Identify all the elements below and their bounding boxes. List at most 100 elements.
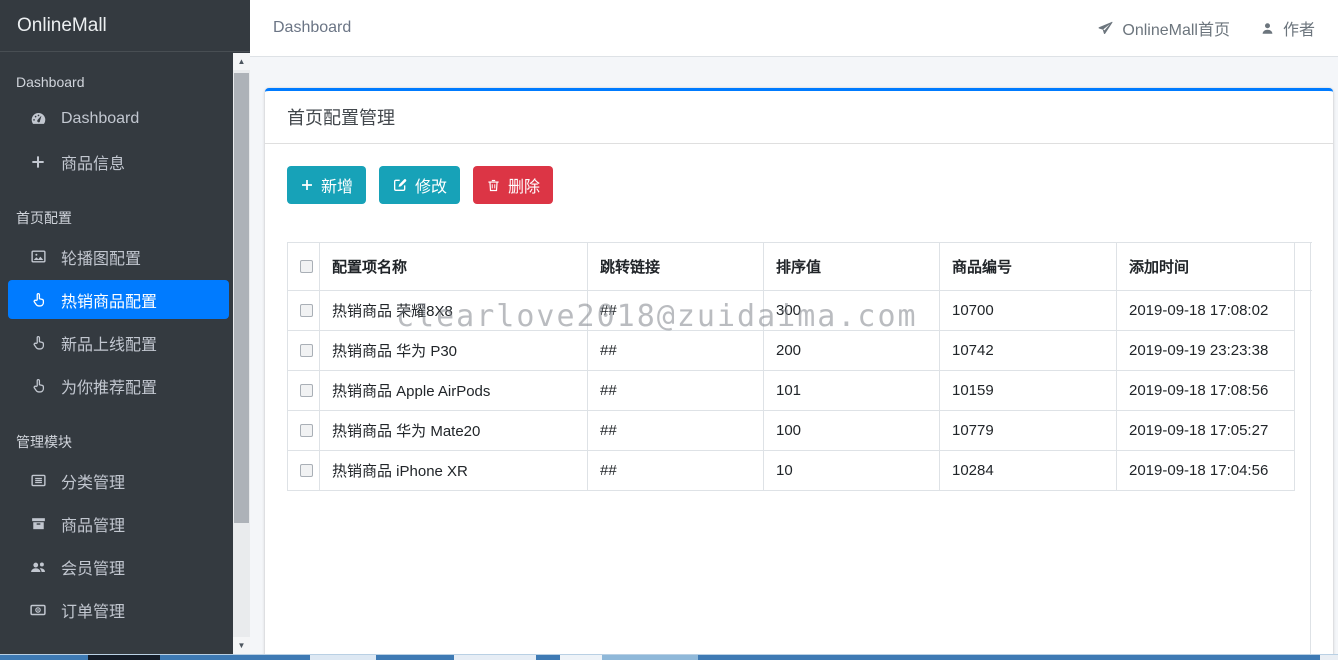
sidebar-item-label: 热销商品配置 [61, 288, 157, 312]
main-content: 首页配置管理 新增 修改 [250, 57, 1338, 654]
page-title: 首页配置管理 [287, 104, 1311, 130]
table-header-row: 配置项名称 跳转链接 排序值 商品编号 添加时间 [288, 243, 1312, 291]
sidebar-item-dashboard[interactable]: Dashboard [8, 99, 229, 138]
author-link[interactable]: 作者 [1260, 16, 1315, 40]
paper-plane-icon [1097, 20, 1114, 37]
delete-button[interactable]: 删除 [473, 166, 553, 204]
home-link-label: OnlineMall首页 [1122, 16, 1230, 40]
select-all-checkbox[interactable] [300, 260, 313, 273]
hand-point-up-icon [28, 377, 48, 394]
sidebar-item-member-mgmt[interactable]: 会员管理 [8, 547, 229, 586]
scrollbar-thumb[interactable] [234, 73, 249, 523]
col-header-sort: 排序值 [764, 243, 940, 291]
cell-sort: 200 [764, 331, 940, 371]
breadcrumb[interactable]: Dashboard [273, 19, 351, 37]
row-checkbox[interactable] [300, 464, 313, 477]
table-right-border [1310, 242, 1311, 654]
sidebar-item-label: 轮播图配置 [61, 245, 141, 269]
row-checkbox[interactable] [300, 344, 313, 357]
scroll-up-icon[interactable]: ▲ [233, 53, 250, 70]
taskbar-segment [1320, 655, 1338, 660]
sidebar-item-product-info[interactable]: 商品信息 [8, 142, 229, 181]
cell-sort: 100 [764, 411, 940, 451]
col-header-product-id: 商品编号 [940, 243, 1117, 291]
plus-icon [300, 178, 314, 192]
table-row[interactable]: 热销商品 iPhone XR ## 10 10284 2019-09-18 17… [288, 451, 1312, 491]
col-header-name: 配置项名称 [320, 243, 588, 291]
sidebar-item-category-mgmt[interactable]: 分类管理 [8, 461, 229, 500]
nav-section-header-home-config: 首页配置 [0, 199, 233, 237]
cell-link: ## [588, 331, 764, 371]
card-header: 首页配置管理 [265, 91, 1333, 144]
table-row[interactable]: 热销商品 华为 Mate20 ## 100 10779 2019-09-18 1… [288, 411, 1312, 451]
list-icon [28, 472, 48, 489]
plus-icon [28, 154, 48, 170]
toolbar: 新增 修改 删除 [287, 166, 1311, 204]
home-link[interactable]: OnlineMall首页 [1097, 16, 1230, 40]
box-icon [28, 515, 48, 532]
cell-added-at: 2019-09-19 23:23:38 [1117, 331, 1295, 371]
cell-link: ## [588, 451, 764, 491]
brand-logo[interactable]: OnlineMall [0, 0, 250, 52]
edit-button[interactable]: 修改 [379, 166, 460, 204]
card-body: 新增 修改 删除 [265, 144, 1333, 513]
table-row[interactable]: 热销商品 华为 P30 ## 200 10742 2019-09-19 23:2… [288, 331, 1312, 371]
cell-product-id: 10779 [940, 411, 1117, 451]
scroll-down-icon[interactable]: ▼ [233, 637, 250, 654]
topbar-right: OnlineMall首页 作者 [1097, 16, 1315, 40]
sidebar-item-order-mgmt[interactable]: 订单管理 [8, 590, 229, 629]
taskbar-segment [560, 655, 602, 660]
cell-sort: 300 [764, 291, 940, 331]
table-row[interactable]: 热销商品 Apple AirPods ## 101 10159 2019-09-… [288, 371, 1312, 411]
checkbox-cell [288, 451, 320, 491]
checkbox-cell [288, 371, 320, 411]
sidebar-item-product-mgmt[interactable]: 商品管理 [8, 504, 229, 543]
row-checkbox[interactable] [300, 304, 313, 317]
cell-name: 热销商品 iPhone XR [320, 451, 588, 491]
cell-name: 热销商品 荣耀8X8 [320, 291, 588, 331]
cell-added-at: 2019-09-18 17:05:27 [1117, 411, 1295, 451]
cell-link: ## [588, 291, 764, 331]
sidebar-item-carousel-config[interactable]: 轮播图配置 [8, 237, 229, 276]
sidebar-item-label: 商品信息 [61, 150, 125, 174]
sidebar-item-label: 订单管理 [61, 598, 125, 622]
cell-sort: 101 [764, 371, 940, 411]
cell-product-id: 10700 [940, 291, 1117, 331]
row-checkbox[interactable] [300, 384, 313, 397]
add-button[interactable]: 新增 [287, 166, 366, 204]
image-icon [28, 248, 48, 265]
sidebar-item-label: 分类管理 [61, 469, 125, 493]
row-checkbox[interactable] [300, 424, 313, 437]
add-button-label: 新增 [321, 173, 353, 197]
col-header-added-at: 添加时间 [1117, 243, 1295, 291]
cell-added-at: 2019-09-18 17:04:56 [1117, 451, 1295, 491]
cell-sort: 10 [764, 451, 940, 491]
sidebar-item-recommended-config[interactable]: 为你推荐配置 [8, 366, 229, 405]
sidebar-item-new-products-config[interactable]: 新品上线配置 [8, 323, 229, 362]
cell-link: ## [588, 371, 764, 411]
col-header-spacer [1295, 243, 1312, 291]
table-row[interactable]: 热销商品 荣耀8X8 ## 300 10700 2019-09-18 17:08… [288, 291, 1312, 331]
cell-product-id: 10742 [940, 331, 1117, 371]
sidebar-item-label: 新品上线配置 [61, 331, 157, 355]
checkbox-cell [288, 331, 320, 371]
taskbar[interactable] [0, 654, 1338, 660]
select-all-cell [288, 243, 320, 291]
sidebar-scrollbar[interactable]: ▲ ▼ [233, 53, 250, 654]
nav-section-header-management: 管理模块 [0, 423, 233, 461]
edit-icon [392, 177, 408, 193]
sidebar-item-label: 会员管理 [61, 555, 125, 579]
user-icon [1260, 21, 1275, 36]
trash-icon [486, 178, 501, 193]
sidebar-item-label: Dashboard [61, 110, 139, 128]
delete-button-label: 删除 [508, 173, 540, 197]
hand-point-up-icon [28, 334, 48, 351]
money-bill-icon [28, 601, 48, 619]
config-table-zone: 配置项名称 跳转链接 排序值 商品编号 添加时间 热销商品 荣耀8X8 ## [287, 242, 1311, 491]
sidebar-item-label: 商品管理 [61, 512, 125, 536]
cell-name: 热销商品 华为 P30 [320, 331, 588, 371]
cell-link: ## [588, 411, 764, 451]
topbar: Dashboard OnlineMall首页 作者 [250, 0, 1338, 57]
sidebar-item-hot-products-config[interactable]: 热销商品配置 [8, 280, 229, 319]
cell-added-at: 2019-09-18 17:08:02 [1117, 291, 1295, 331]
